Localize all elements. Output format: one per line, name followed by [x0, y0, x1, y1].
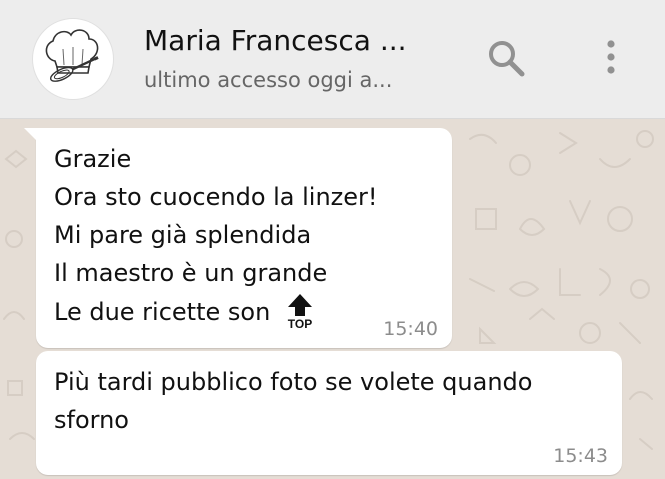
last-seen-status: ultimo accesso oggi a... — [144, 68, 393, 92]
message-text: Più tardi pubblico foto se volete quando… — [54, 368, 533, 434]
bubble-tail — [24, 128, 38, 142]
message-text: Grazie Ora sto cuocendo la linzer! Mi pa… — [54, 140, 436, 331]
chef-hat-whisk-icon — [45, 29, 99, 82]
message-line: Il maestro è un grande — [54, 259, 328, 287]
message-line: Grazie — [54, 145, 132, 173]
contact-avatar[interactable] — [32, 18, 114, 100]
top-emoji-text: TOP — [288, 317, 312, 330]
message-line: Le due ricette son — [54, 298, 271, 326]
top-arrow-emoji: TOP — [282, 292, 318, 331]
search-icon[interactable] — [486, 38, 526, 78]
message-timestamp: 15:40 — [383, 318, 438, 340]
message-line: Mi pare già splendida — [54, 221, 312, 249]
message-line-with-emoji: Le due ricette son TOP — [54, 292, 436, 331]
contact-name[interactable]: Maria Francesca ... — [144, 24, 407, 57]
message-bubble-incoming[interactable]: Grazie Ora sto cuocendo la linzer! Mi pa… — [24, 128, 452, 348]
message-line: Ora sto cuocendo la linzer! — [54, 183, 378, 211]
chat-header: Maria Francesca ... ultimo accesso oggi … — [0, 0, 665, 119]
more-vert-icon[interactable] — [594, 38, 628, 78]
chat-area[interactable]: Grazie Ora sto cuocendo la linzer! Mi pa… — [0, 119, 665, 479]
message-bubble-incoming[interactable]: Più tardi pubblico foto se volete quando… — [36, 351, 622, 475]
message-timestamp: 15:43 — [553, 445, 608, 467]
